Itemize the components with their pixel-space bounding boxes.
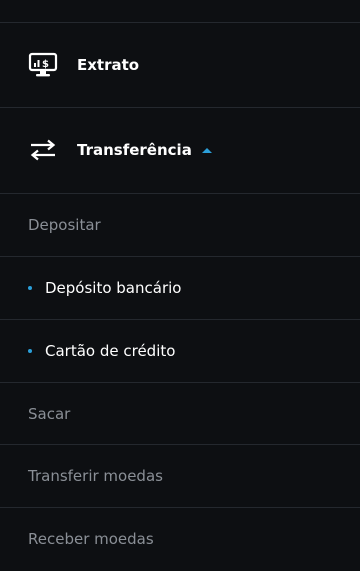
menu-item-transferencia[interactable]: Transferência <box>0 108 360 192</box>
monitor-dollar-icon: $ <box>28 50 58 80</box>
side-menu: $ Extrato Transferência Depositar Depósi… <box>0 0 360 571</box>
menu-item-label: Transferência <box>77 141 192 159</box>
submenu-item-label: Receber moedas <box>28 530 154 548</box>
menu-item-extrato[interactable]: $ Extrato <box>0 23 360 107</box>
submenu-item-sacar[interactable]: Sacar <box>0 383 360 445</box>
submenu-item-label: Depositar <box>28 216 101 234</box>
submenu-item-label: Sacar <box>28 405 71 423</box>
submenu-item-label: Cartão de crédito <box>45 342 176 360</box>
submenu-item-label: Transferir moedas <box>28 467 163 485</box>
submenu-item-deposito-bancario[interactable]: Depósito bancário <box>0 257 360 319</box>
caret-up-icon <box>201 147 212 153</box>
transfer-arrows-icon <box>28 135 58 165</box>
bullet-dot-icon <box>28 349 32 353</box>
submenu-item-label: Depósito bancário <box>45 279 182 297</box>
bullet-dot-icon <box>28 286 32 290</box>
svg-text:$: $ <box>42 59 49 70</box>
submenu-item-receber-moedas[interactable]: Receber moedas <box>0 508 360 570</box>
submenu-item-cartao-de-credito[interactable]: Cartão de crédito <box>0 320 360 382</box>
submenu-item-transferir-moedas[interactable]: Transferir moedas <box>0 445 360 507</box>
menu-item-label: Extrato <box>77 56 140 74</box>
submenu-item-depositar[interactable]: Depositar <box>0 194 360 256</box>
